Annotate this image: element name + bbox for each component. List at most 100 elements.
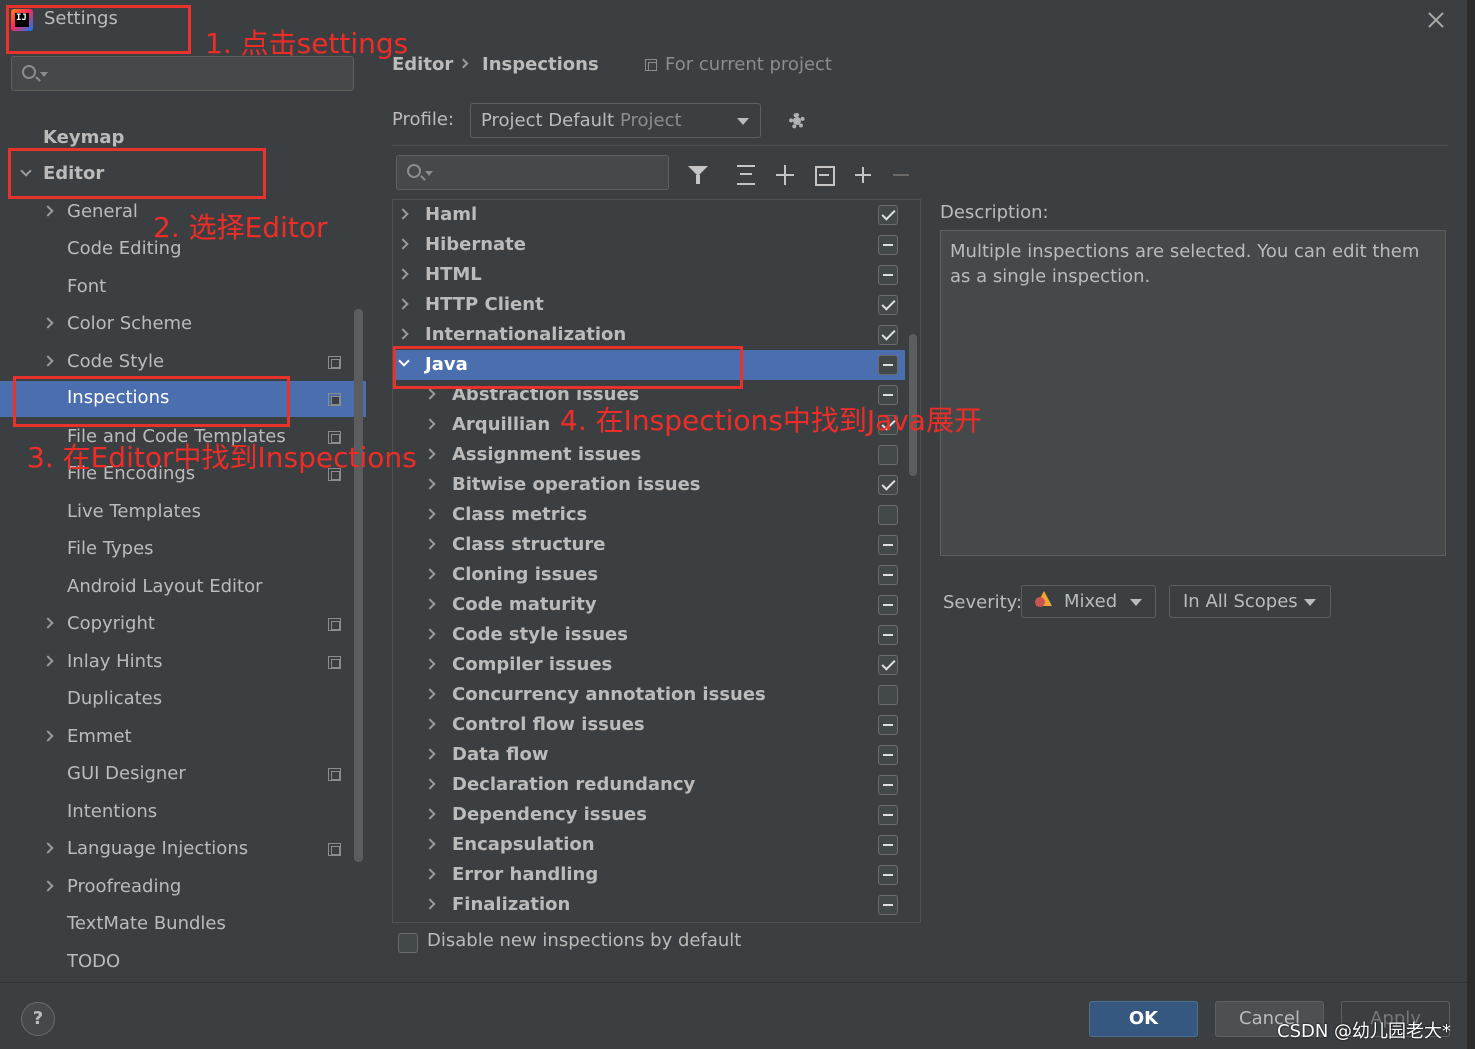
filter-icon[interactable] xyxy=(686,163,710,187)
checkbox[interactable] xyxy=(878,715,898,735)
chevron-right-icon xyxy=(397,298,409,310)
search-icon xyxy=(407,164,421,178)
checkbox[interactable] xyxy=(878,475,898,495)
scope-note: For current project xyxy=(665,54,832,75)
description-box: Multiple inspections are selected. You c… xyxy=(940,230,1446,556)
checkbox[interactable] xyxy=(878,655,898,675)
tree-row[interactable]: Encapsulation xyxy=(393,830,905,860)
sidebar-item-copyright[interactable]: Copyright xyxy=(0,607,353,643)
tree-row[interactable]: Hibernate xyxy=(393,230,905,260)
sidebar-item-proofreading[interactable]: Proofreading xyxy=(0,870,353,906)
chevron-down-icon xyxy=(737,118,749,125)
sidebar-item-label: Copyright xyxy=(67,613,155,634)
tree-row[interactable]: Finalization xyxy=(393,890,905,920)
chevron-right-icon xyxy=(424,688,436,700)
tree-row[interactable]: Declaration redundancy xyxy=(393,770,905,800)
chevron-right-icon xyxy=(397,268,409,280)
tree-row[interactable]: Control flow issues xyxy=(393,710,905,740)
sidebar-item-live-templates[interactable]: Live Templates xyxy=(0,495,353,531)
checkbox[interactable] xyxy=(878,325,898,345)
chevron-right-icon xyxy=(424,748,436,760)
collapse-all-icon[interactable] xyxy=(773,163,797,187)
tree-row-label: Hibernate xyxy=(425,234,526,255)
inspection-search-input[interactable] xyxy=(396,155,669,190)
sidebar-item-emmet[interactable]: Emmet xyxy=(0,720,353,756)
tree-row[interactable]: Cloning issues xyxy=(393,560,905,590)
disable-new-inspections-checkbox[interactable] xyxy=(398,933,418,953)
tree-row[interactable]: Error handling xyxy=(393,860,905,890)
checkbox[interactable] xyxy=(878,235,898,255)
sidebar-item-label: Emmet xyxy=(67,726,132,747)
search-history-caret-icon xyxy=(40,72,48,77)
chevron-right-icon xyxy=(42,730,54,742)
tree-row[interactable]: Compiler issues xyxy=(393,650,905,680)
add-icon[interactable] xyxy=(852,163,876,187)
tree-row[interactable]: Class metrics xyxy=(393,500,905,530)
tree-row[interactable]: Dependency issues xyxy=(393,800,905,830)
checkbox[interactable] xyxy=(878,625,898,645)
checkbox[interactable] xyxy=(878,745,898,765)
chevron-right-icon xyxy=(397,208,409,220)
tree-row-label: Error handling xyxy=(452,864,599,885)
checkbox[interactable] xyxy=(878,295,898,315)
checkbox[interactable] xyxy=(878,535,898,555)
expand-all-icon[interactable] xyxy=(734,163,758,187)
tree-row-label: Code maturity xyxy=(452,594,597,615)
sidebar-item-gui-designer[interactable]: GUI Designer xyxy=(0,757,353,793)
scope-dropdown[interactable]: In All Scopes xyxy=(1169,585,1331,618)
checkbox[interactable] xyxy=(878,505,898,525)
help-button[interactable]: ? xyxy=(21,1002,55,1036)
sidebar-item-color-scheme[interactable]: Color Scheme xyxy=(0,307,353,343)
tree-row[interactable]: Code maturity xyxy=(393,590,905,620)
profile-label: Profile: xyxy=(392,109,455,130)
tree-row-label: Class metrics xyxy=(452,504,588,525)
sidebar-item-file-types[interactable]: File Types xyxy=(0,532,353,568)
tree-row[interactable]: Assignment issues xyxy=(393,440,905,470)
checkbox[interactable] xyxy=(878,775,898,795)
reset-to-default-icon[interactable] xyxy=(812,163,836,187)
chevron-right-icon xyxy=(424,538,436,550)
chevron-right-icon xyxy=(424,718,436,730)
sidebar-item-label: Proofreading xyxy=(67,876,182,897)
sidebar-item-font[interactable]: Font xyxy=(0,270,353,306)
sidebar-item-todo[interactable]: TODO xyxy=(0,945,353,981)
breadcrumb-separator-icon xyxy=(458,58,469,69)
tree-row[interactable]: Class structure xyxy=(393,530,905,560)
sidebar-item-intentions[interactable]: Intentions xyxy=(0,795,353,831)
checkbox[interactable] xyxy=(878,685,898,705)
chevron-right-icon xyxy=(424,658,436,670)
checkbox[interactable] xyxy=(878,265,898,285)
sidebar-item-language-injections[interactable]: Language Injections xyxy=(0,832,353,868)
tree-row[interactable]: Data flow xyxy=(393,740,905,770)
sidebar-item-duplicates[interactable]: Duplicates xyxy=(0,682,353,718)
profile-scope: Project xyxy=(620,110,682,131)
checkbox[interactable] xyxy=(878,595,898,615)
tree-row[interactable]: Haml xyxy=(393,200,905,230)
severity-dropdown[interactable]: Mixed xyxy=(1021,585,1156,618)
checkbox[interactable] xyxy=(878,895,898,915)
gear-icon[interactable] xyxy=(786,110,808,132)
checkbox[interactable] xyxy=(878,865,898,885)
checkbox[interactable] xyxy=(878,565,898,585)
tree-row[interactable]: HTTP Client xyxy=(393,290,905,320)
checkbox[interactable] xyxy=(878,445,898,465)
profile-dropdown[interactable]: Project Default Project xyxy=(470,103,761,138)
checkbox[interactable] xyxy=(878,805,898,825)
tree-row[interactable]: HTML xyxy=(393,260,905,290)
checkbox[interactable] xyxy=(878,205,898,225)
severity-label: Severity: xyxy=(943,592,1023,613)
tree-row[interactable]: Code style issues xyxy=(393,620,905,650)
tree-row[interactable]: Concurrency annotation issues xyxy=(393,680,905,710)
sidebar-item-textmate-bundles[interactable]: TextMate Bundles xyxy=(0,907,353,943)
sidebar-scrollbar[interactable] xyxy=(354,309,363,862)
tree-row-label: Data flow xyxy=(452,744,549,765)
checkbox[interactable] xyxy=(878,835,898,855)
sidebar-item-android-layout-editor[interactable]: Android Layout Editor xyxy=(0,570,353,606)
tree-row[interactable]: Bitwise operation issues xyxy=(393,470,905,500)
sidebar-item-inlay-hints[interactable]: Inlay Hints xyxy=(0,645,353,681)
close-icon[interactable] xyxy=(1424,8,1448,32)
checkbox[interactable] xyxy=(878,355,898,375)
tree-row-label: Cloning issues xyxy=(452,564,599,585)
chevron-right-icon xyxy=(42,317,54,329)
ok-button[interactable]: OK xyxy=(1089,1001,1198,1037)
